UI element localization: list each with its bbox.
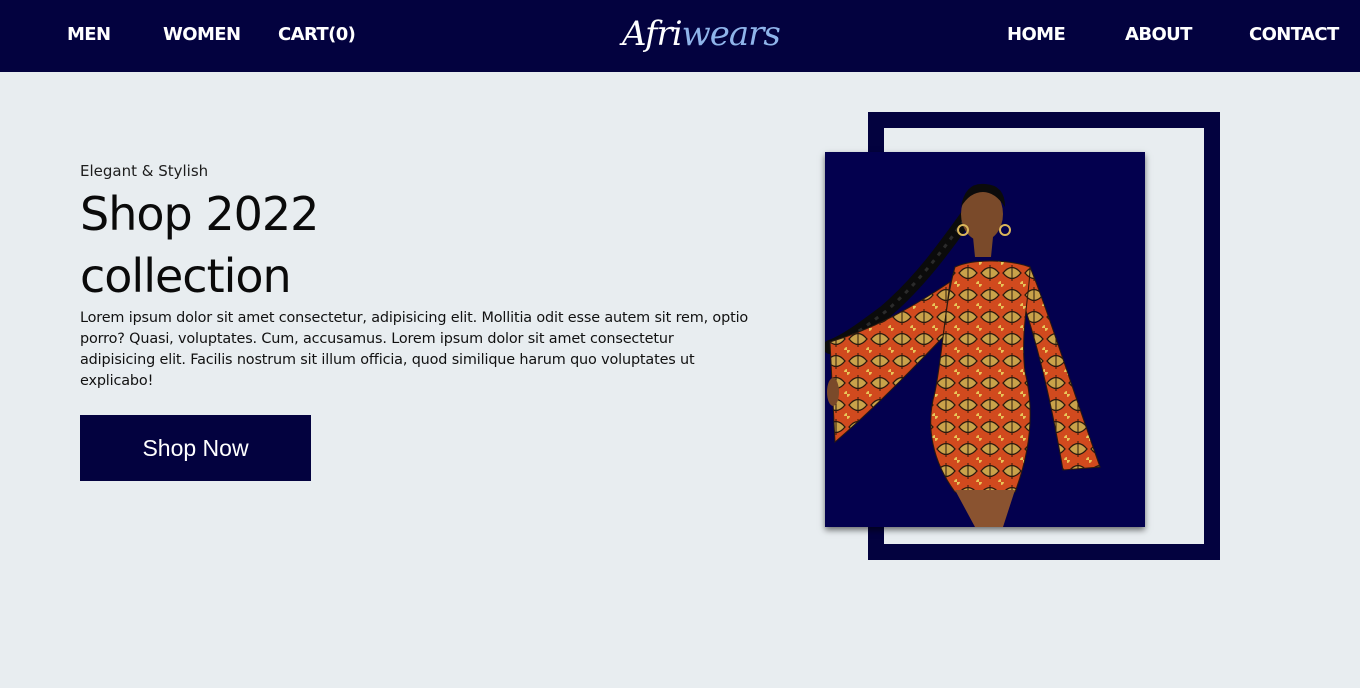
hero-tagline: Elegant & Stylish	[80, 162, 209, 180]
logo-part-wears: wears	[681, 14, 781, 54]
nav-link-home[interactable]: HOME	[1007, 22, 1066, 48]
logo-part-afri: Afri	[622, 14, 683, 54]
shop-now-button[interactable]: Shop Now	[80, 415, 311, 481]
nav-link-cart[interactable]: CART(0)	[278, 22, 356, 48]
brand-logo[interactable]: Afriwears	[622, 10, 781, 58]
nav-link-contact[interactable]: CONTACT	[1249, 22, 1339, 48]
model-illustration	[825, 183, 1101, 527]
nav-link-women[interactable]: WOMEN	[163, 22, 241, 48]
hero-model-photo	[825, 152, 1145, 527]
nav-link-men[interactable]: MEN	[67, 22, 111, 48]
navbar: MEN WOMEN CART(0) Afriwears HOME ABOUT C…	[0, 0, 1360, 72]
nav-link-about[interactable]: ABOUT	[1125, 22, 1192, 48]
hero-headline: Shop 2022 collection	[80, 187, 319, 303]
hero-description: Lorem ipsum dolor sit amet consectetur, …	[80, 310, 749, 389]
